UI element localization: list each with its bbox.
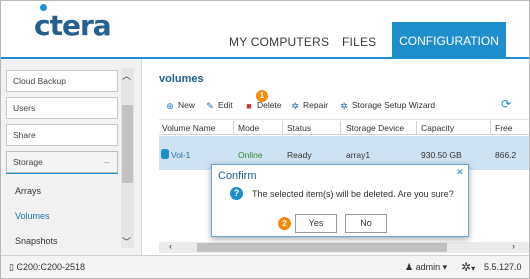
confirm-dialog: Confirm ✕ ? The selected item(s) will be… xyxy=(211,164,469,237)
sidebar-item-share[interactable]: Share xyxy=(6,124,118,146)
status-bar: ▯ C200:C200-2518 ♟ admin ▾ ✲▾ 5.5.127.0 xyxy=(1,255,529,278)
chevron-down-icon: ▾ xyxy=(442,262,448,272)
cell-capacity: 930.50 GB xyxy=(421,150,462,160)
user-menu[interactable]: ♟ admin ▾ xyxy=(405,262,447,273)
sidebar-item-volumes[interactable]: Volumes xyxy=(15,211,50,221)
database-icon xyxy=(161,149,169,159)
col-storage-device[interactable]: Storage Device xyxy=(346,123,404,133)
logo-dot xyxy=(40,4,47,11)
user-icon: ♟ xyxy=(405,262,414,272)
storage-underline xyxy=(6,173,118,174)
sidebar-item-snapshots[interactable]: Snapshots xyxy=(15,236,58,246)
scroll-down-icon[interactable]: ﹀ xyxy=(122,235,131,248)
version-label: 5.5.127.0 xyxy=(484,262,522,272)
yes-button[interactable]: Yes xyxy=(295,214,337,233)
gear-icon: ✲ xyxy=(461,260,472,274)
col-mode[interactable]: Mode xyxy=(238,123,259,133)
app-window: ctera MY COMPUTERS FILES CONFIGURATION C… xyxy=(0,0,530,279)
collapse-icon: – xyxy=(104,157,109,167)
gear-icon: ✲ xyxy=(340,101,348,111)
cell-mode: Online xyxy=(238,150,263,160)
new-label: New xyxy=(178,100,196,110)
sidebar-item-arrays[interactable]: Arrays xyxy=(15,186,41,196)
storage-setup-wizard-button[interactable]: ✲ Storage Setup Wizard xyxy=(339,100,435,111)
col-status[interactable]: Status xyxy=(287,123,311,133)
scroll-right-icon[interactable]: › xyxy=(512,241,515,251)
device-name: C200:C200-2518 xyxy=(16,262,86,272)
page-title: volumes xyxy=(159,73,204,85)
pencil-icon: ✎ xyxy=(206,101,214,111)
repair-button[interactable]: ✲ Repair xyxy=(290,100,328,111)
sidebar: Cloud Backup Users Share Storage – Array… xyxy=(1,59,142,255)
user-name: admin xyxy=(415,262,441,272)
step-badge-1: 1 xyxy=(256,90,268,102)
cell-storage-device: array1 xyxy=(346,150,371,160)
nav-files[interactable]: FILES xyxy=(342,35,376,49)
trash-icon: ■ xyxy=(246,101,252,111)
column-divider xyxy=(233,121,234,135)
refresh-icon[interactable]: ⟳ xyxy=(501,97,511,111)
scroll-up-icon[interactable]: ︿ xyxy=(122,69,131,82)
sidebar-item-label: Storage xyxy=(13,157,43,167)
new-button[interactable]: ⊕ New xyxy=(165,100,195,111)
question-icon: ? xyxy=(230,187,243,200)
chevron-down-icon: ▾ xyxy=(471,264,476,273)
add-icon: ⊕ xyxy=(166,101,174,111)
column-divider xyxy=(282,121,283,135)
column-divider xyxy=(416,121,417,135)
sidebar-item-cloud-backup[interactable]: Cloud Backup xyxy=(6,70,118,92)
no-button[interactable]: No xyxy=(345,214,387,233)
repair-label: Repair xyxy=(303,100,329,110)
gear-icon: ✲ xyxy=(291,101,299,111)
edit-label: Edit xyxy=(218,100,233,110)
nav-my-computers[interactable]: MY COMPUTERS xyxy=(229,35,329,49)
scroll-left-icon[interactable]: ‹ xyxy=(169,241,172,251)
cell-volume-name: Vol-1 xyxy=(171,150,191,160)
col-free[interactable]: Free xyxy=(495,123,512,133)
close-icon[interactable]: ✕ xyxy=(456,167,464,178)
table-header: Volume Name Mode Status Storage Device C… xyxy=(159,119,529,135)
column-divider xyxy=(490,121,491,135)
sidebar-item-users[interactable]: Users xyxy=(6,97,118,119)
device-label: ▯ C200:C200-2518 xyxy=(9,262,85,273)
cell-status: Ready xyxy=(287,150,312,160)
dialog-title: Confirm xyxy=(218,170,257,182)
sidebar-item-storage[interactable]: Storage – xyxy=(6,151,118,173)
edit-button[interactable]: ✎ Edit xyxy=(205,100,233,111)
ctera-logo: ctera xyxy=(34,9,112,42)
horizontal-scroll-thumb[interactable] xyxy=(197,243,447,252)
cell-free: 866.2 xyxy=(495,150,517,160)
column-divider xyxy=(340,121,341,135)
storage-setup-label: Storage Setup Wizard xyxy=(352,100,436,110)
col-volume-name[interactable]: Volume Name xyxy=(162,123,215,133)
settings-menu[interactable]: ✲▾ xyxy=(461,260,475,274)
col-capacity[interactable]: Capacity xyxy=(421,123,454,133)
header: ctera MY COMPUTERS FILES CONFIGURATION xyxy=(1,1,529,58)
device-icon: ▯ xyxy=(9,262,14,272)
sidebar-scroll-thumb[interactable] xyxy=(122,105,133,183)
horizontal-scrollbar[interactable]: ‹ › xyxy=(159,241,529,253)
step-badge-2: 2 xyxy=(278,217,291,230)
nav-configuration[interactable]: CONFIGURATION xyxy=(392,22,506,58)
dialog-message: The selected item(s) will be deleted. Ar… xyxy=(252,189,454,199)
